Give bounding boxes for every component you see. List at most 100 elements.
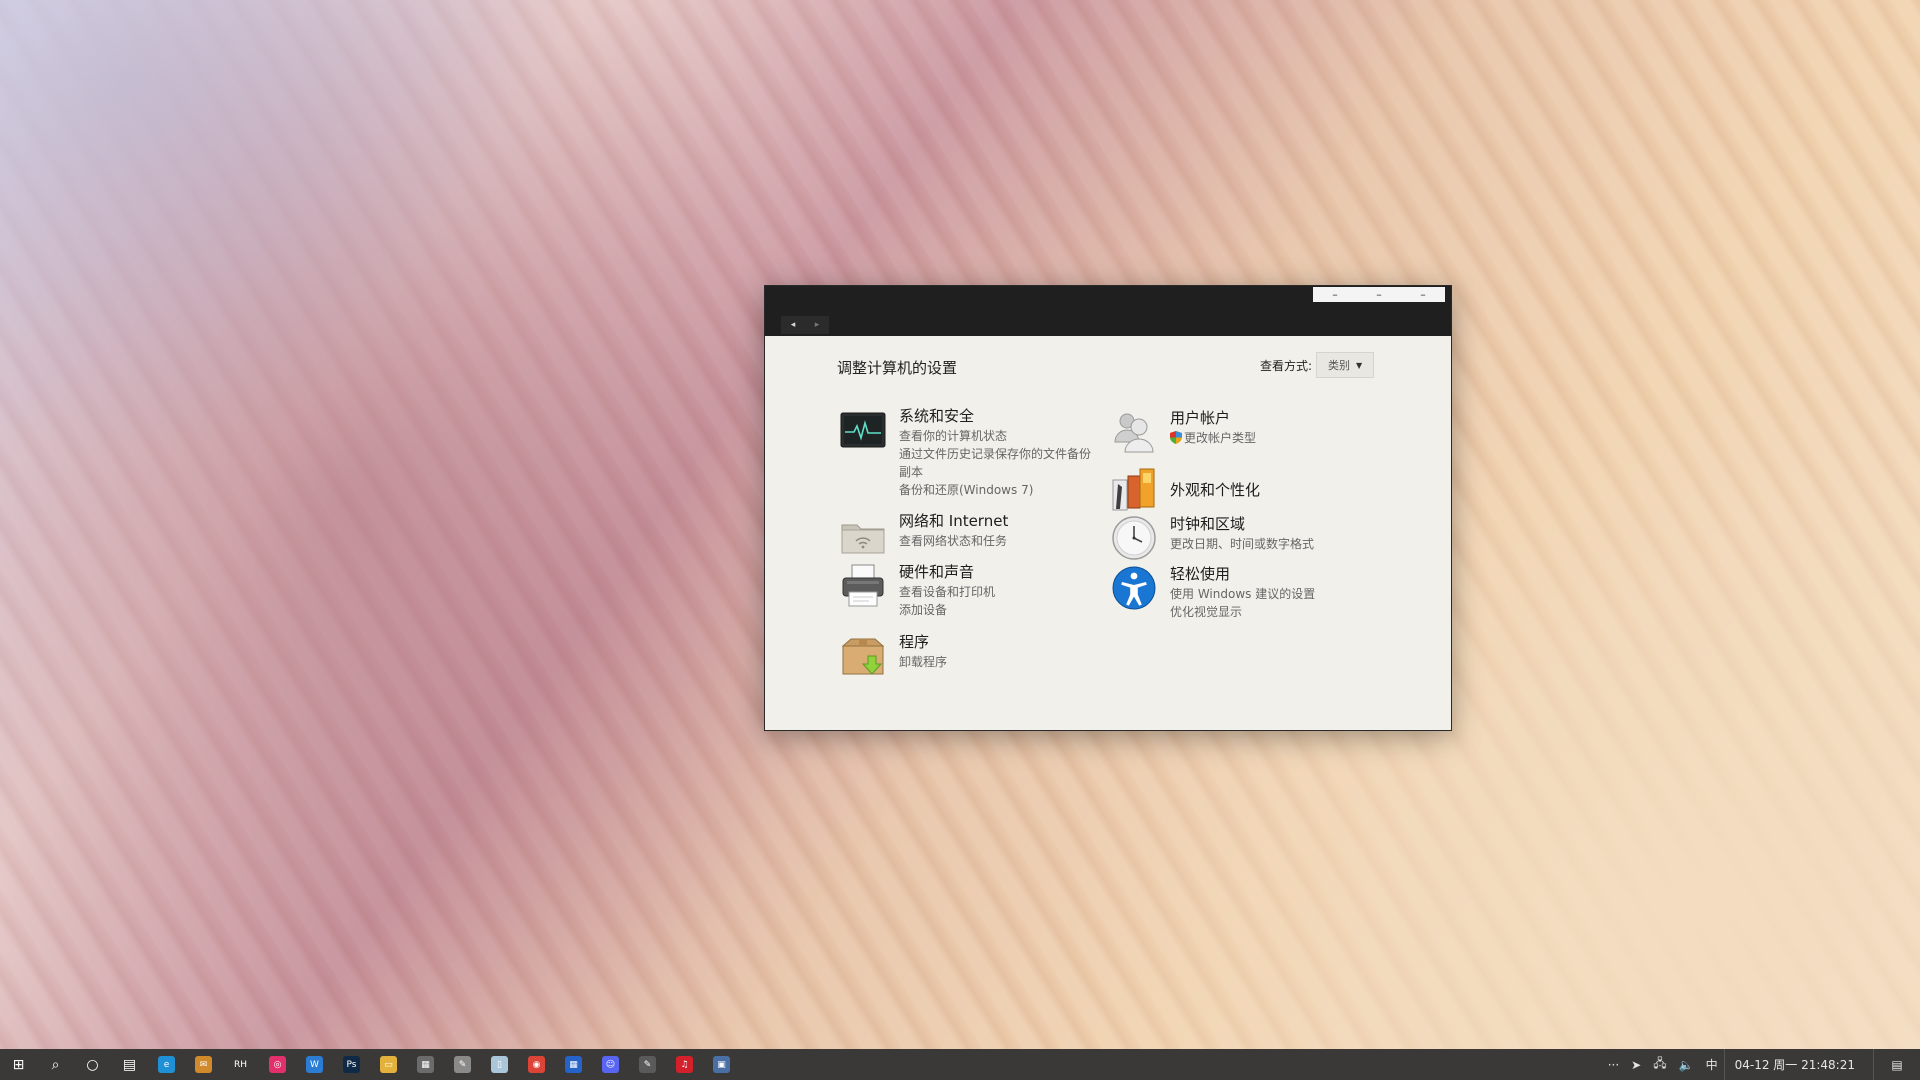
chrome-icon: ◉ bbox=[528, 1056, 545, 1073]
taskbar-button[interactable]: ☺ bbox=[592, 1049, 629, 1080]
taskbar-button[interactable]: ▦ bbox=[555, 1049, 592, 1080]
category-link[interactable]: 备份和还原(Windows 7) bbox=[899, 481, 1091, 499]
category-title[interactable]: 硬件和声音 bbox=[899, 562, 995, 583]
category-link[interactable]: 通过文件历史记录保存你的文件备份 bbox=[899, 445, 1091, 463]
category-title[interactable]: 程序 bbox=[899, 632, 947, 653]
calculator-icon: ▦ bbox=[417, 1056, 434, 1073]
rh-icon: RH bbox=[232, 1056, 249, 1073]
category-network-internet: 网络和 Internet 查看网络状态和任务 bbox=[839, 511, 1008, 559]
editor-icon: ✎ bbox=[639, 1056, 656, 1073]
edge-icon: e bbox=[158, 1056, 175, 1073]
taskbar-button[interactable]: ⊞ bbox=[0, 1049, 37, 1080]
category-link[interactable]: 查看网络状态和任务 bbox=[899, 532, 1008, 550]
control-panel-icon: ▣ bbox=[713, 1056, 730, 1073]
taskbar-button[interactable]: Ps bbox=[333, 1049, 370, 1080]
back-button[interactable]: ◂ bbox=[781, 316, 805, 334]
category-link[interactable]: 使用 Windows 建议的设置 bbox=[1170, 585, 1315, 603]
start-icon: ⊞ bbox=[10, 1056, 27, 1073]
photoshop-icon: Ps bbox=[343, 1056, 360, 1073]
users-icon[interactable] bbox=[1110, 408, 1158, 456]
taskbar-button[interactable]: RH bbox=[222, 1049, 259, 1080]
tray-overflow-icon[interactable]: ··· bbox=[1602, 1058, 1625, 1072]
file-explorer-icon: ▭ bbox=[380, 1056, 397, 1073]
word-icon: W bbox=[306, 1056, 323, 1073]
instagram-icon: ◎ bbox=[269, 1056, 286, 1073]
ime-indicator[interactable]: 中 bbox=[1700, 1056, 1724, 1073]
netease-music-icon: ♫ bbox=[676, 1056, 693, 1073]
notes-icon: ▯ bbox=[491, 1056, 508, 1073]
taskbar-button[interactable]: ◉ bbox=[518, 1049, 555, 1080]
category-link[interactable]: 查看设备和打印机 bbox=[899, 583, 995, 601]
taskbar-button[interactable]: e bbox=[148, 1049, 185, 1080]
taskbar-apps: ⊞ ⌕ ○ ▤ e ✉ RH ◎ W Ps ▭ ▦ ✎ ▯ ◉ ▦ ☺ ✎ ♫ ▣ bbox=[0, 1049, 740, 1080]
store-icon: ▦ bbox=[565, 1056, 582, 1073]
category-link[interactable]: 更改日期、时间或数字格式 bbox=[1170, 535, 1314, 553]
network-icon[interactable]: 🖧 bbox=[1647, 1054, 1672, 1075]
system-tray: ··· ➤ 🖧 🔈 中 04-12 周一 21:48:21 ▤ bbox=[1602, 1049, 1920, 1080]
taskbar: ⊞ ⌕ ○ ▤ e ✉ RH ◎ W Ps ▭ ▦ ✎ ▯ ◉ ▦ ☺ ✎ ♫ ▣ ··· ➤ 🖧 🔈 中 04-12… bbox=[0, 1049, 1920, 1080]
system-monitor-icon[interactable] bbox=[839, 406, 887, 454]
notification-icon[interactable]: ▤ bbox=[1873, 1049, 1920, 1080]
search-icon: ⌕ bbox=[47, 1056, 64, 1073]
discord-icon: ☺ bbox=[602, 1056, 619, 1073]
category-user-accounts: 用户帐户 更改帐户类型 bbox=[1110, 408, 1256, 456]
taskbar-button[interactable]: ✉ bbox=[185, 1049, 222, 1080]
package-install-icon[interactable] bbox=[839, 632, 887, 680]
title-bar[interactable]: – – – ◂ ▸ bbox=[765, 286, 1451, 336]
taskbar-button[interactable]: W bbox=[296, 1049, 333, 1080]
category-link[interactable]: 卸载程序 bbox=[899, 653, 947, 671]
taskbar-button[interactable]: ▤ bbox=[111, 1049, 148, 1080]
category-ease-of-access: 轻松使用 使用 Windows 建议的设置 优化视觉显示 bbox=[1110, 564, 1315, 621]
clock-icon[interactable] bbox=[1110, 514, 1158, 562]
volume-icon[interactable]: 🔈 bbox=[1673, 1058, 1700, 1072]
close-button[interactable]: – bbox=[1401, 287, 1445, 302]
send-icon[interactable]: ➤ bbox=[1625, 1058, 1647, 1072]
category-title[interactable]: 时钟和区域 bbox=[1170, 514, 1314, 535]
nav-buttons: ◂ ▸ bbox=[781, 316, 829, 334]
printer-icon[interactable] bbox=[839, 562, 887, 610]
taskbar-button[interactable]: ▭ bbox=[370, 1049, 407, 1080]
minimize-button[interactable]: – bbox=[1313, 287, 1357, 302]
view-by-label: 查看方式: bbox=[1260, 358, 1313, 373]
taskbar-button[interactable]: ○ bbox=[74, 1049, 111, 1080]
category-title[interactable]: 网络和 Internet bbox=[899, 511, 1008, 532]
category-title[interactable]: 轻松使用 bbox=[1170, 564, 1315, 585]
category-link[interactable]: 查看你的计算机状态 bbox=[899, 427, 1091, 445]
category-link[interactable]: 副本 bbox=[899, 463, 1091, 481]
taskbar-button[interactable]: ▣ bbox=[703, 1049, 740, 1080]
taskbar-button[interactable]: ▦ bbox=[407, 1049, 444, 1080]
mail-icon: ✉ bbox=[195, 1056, 212, 1073]
taskbar-button[interactable]: ♫ bbox=[666, 1049, 703, 1080]
appearance-icon[interactable] bbox=[1110, 466, 1158, 514]
category-link-text: 更改帐户类型 bbox=[1184, 431, 1257, 445]
category-title[interactable]: 外观和个性化 bbox=[1170, 480, 1260, 501]
clock[interactable]: 04-12 周一 21:48:21 bbox=[1723, 1049, 1873, 1080]
category-link[interactable]: 更改帐户类型 bbox=[1170, 429, 1256, 447]
maximize-button[interactable]: – bbox=[1357, 287, 1401, 302]
cortana-icon: ○ bbox=[84, 1056, 101, 1073]
taskbar-button[interactable]: ⌕ bbox=[37, 1049, 74, 1080]
view-by-dropdown[interactable]: 类别 ▼ bbox=[1316, 352, 1375, 378]
category-clock-region: 时钟和区域 更改日期、时间或数字格式 bbox=[1110, 514, 1314, 562]
category-hardware-sound: 硬件和声音 查看设备和打印机 添加设备 bbox=[839, 562, 995, 619]
forward-button[interactable]: ▸ bbox=[805, 316, 829, 334]
chevron-down-icon: ▼ bbox=[1355, 360, 1363, 370]
notepad-icon: ✎ bbox=[454, 1056, 471, 1073]
page-title: 调整计算机的设置 bbox=[837, 359, 958, 377]
category-link[interactable]: 优化视觉显示 bbox=[1170, 603, 1315, 621]
task-view-icon: ▤ bbox=[121, 1056, 138, 1073]
control-panel-window: – – – ◂ ▸ 调整计算机的设置 查看方式: 类别 ▼ 系统和安全 查看你的… bbox=[764, 285, 1452, 731]
view-by: 查看方式: 类别 ▼ bbox=[1260, 352, 1375, 378]
taskbar-button[interactable]: ✎ bbox=[629, 1049, 666, 1080]
category-title[interactable]: 用户帐户 bbox=[1170, 408, 1256, 429]
category-link[interactable]: 添加设备 bbox=[899, 601, 995, 619]
window-controls: – – – bbox=[1313, 287, 1445, 302]
network-folder-icon[interactable] bbox=[839, 511, 887, 559]
category-title[interactable]: 系统和安全 bbox=[899, 406, 1091, 427]
taskbar-button[interactable]: ✎ bbox=[444, 1049, 481, 1080]
taskbar-button[interactable]: ◎ bbox=[259, 1049, 296, 1080]
taskbar-button[interactable]: ▯ bbox=[481, 1049, 518, 1080]
accessibility-icon[interactable] bbox=[1110, 564, 1158, 612]
category-appearance: 外观和个性化 bbox=[1110, 466, 1260, 514]
shield-icon bbox=[1170, 431, 1182, 444]
